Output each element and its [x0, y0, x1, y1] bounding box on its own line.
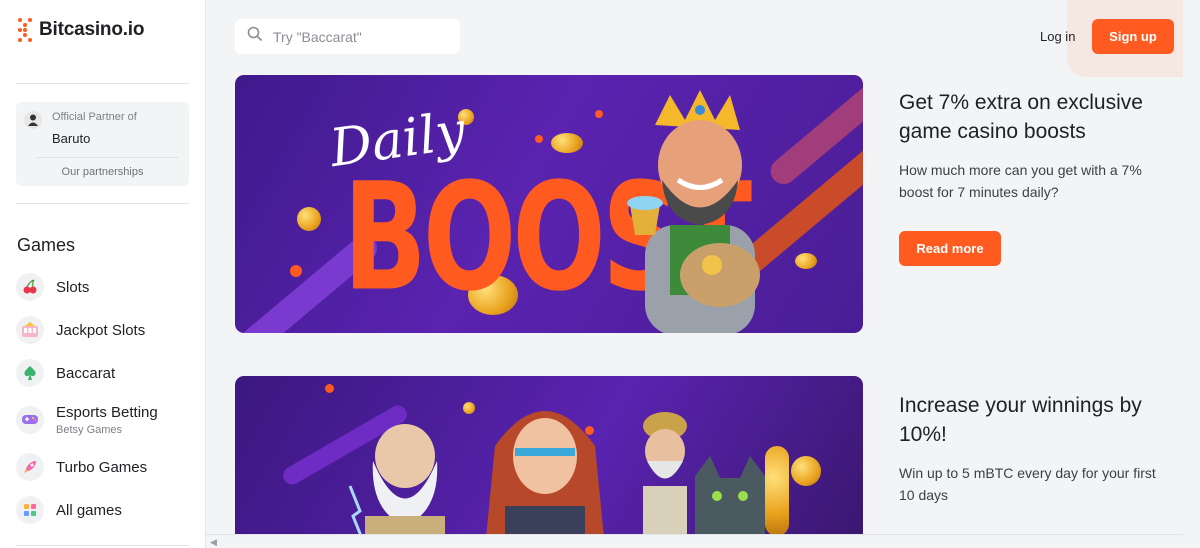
- partner-avatar: [24, 111, 42, 129]
- nav-label: Baccarat: [56, 364, 116, 382]
- partnerships-link[interactable]: Our partnerships: [16, 166, 189, 178]
- horizontal-scrollbar[interactable]: ◀: [206, 534, 1183, 548]
- spade-icon: [16, 359, 44, 387]
- coin-icon: [297, 207, 321, 231]
- promo-title: Increase your winnings by 10%!: [899, 394, 1142, 446]
- daily-boost-banner[interactable]: Daily BOOST: [235, 75, 863, 333]
- nav-label: Esports Betting: [56, 404, 158, 421]
- grid-icon: [16, 496, 44, 524]
- nav-label: Slots: [56, 278, 90, 296]
- nav-label: All games: [56, 501, 122, 519]
- nav-item-turbo-games[interactable]: Turbo Games: [16, 453, 147, 481]
- nav-label: Jackpot Slots: [56, 321, 146, 339]
- signup-button[interactable]: Sign up: [1092, 19, 1174, 54]
- nav-item-esports-betting[interactable]: Esports Betting Betsy Games: [16, 404, 158, 436]
- banner-dot: [535, 135, 543, 143]
- nav-item-slots[interactable]: Slots: [16, 273, 89, 301]
- king-character-illustration: [627, 90, 760, 333]
- partner-caption: Official Partner of: [52, 111, 137, 123]
- vertical-scrollbar[interactable]: [1183, 0, 1200, 534]
- nav-item-baccarat[interactable]: Baccarat: [16, 359, 115, 387]
- banner-dot: [290, 265, 302, 277]
- games-heading: Games: [17, 235, 76, 255]
- divider: [36, 157, 178, 158]
- promo-description: How much more can you get with a 7% boos…: [899, 162, 1142, 200]
- read-more-button[interactable]: Read more: [899, 231, 1001, 266]
- sidebar: Bitcasino.io Official Partner of Baruto …: [0, 0, 206, 548]
- divider: [16, 83, 189, 84]
- nav-label: Turbo Games: [56, 458, 148, 476]
- banner-dot: [325, 384, 334, 393]
- partner-card: Official Partner of Baruto Our partnersh…: [16, 102, 189, 186]
- login-link[interactable]: Log in: [1040, 29, 1075, 44]
- logo-icon: [18, 18, 32, 42]
- promo-title: Get 7% extra on exclusive game casino bo…: [899, 91, 1143, 143]
- search-icon: [247, 26, 263, 47]
- promo-description: Win up to 5 mBTC every day for your firs…: [899, 465, 1156, 503]
- zeus-character-illustration: [348, 424, 445, 548]
- jackpot-icon: [16, 316, 44, 344]
- search-input[interactable]: [273, 28, 443, 45]
- brand-name: Bitcasino.io: [39, 19, 145, 40]
- nav-item-all-games[interactable]: All games: [16, 496, 122, 524]
- cherry-icon: [16, 273, 44, 301]
- brand-logo[interactable]: Bitcasino.io: [18, 18, 144, 42]
- nav-sublabel: Betsy Games: [56, 424, 123, 436]
- winnings-banner[interactable]: [235, 376, 863, 548]
- nav-item-jackpot-slots[interactable]: Jackpot Slots: [16, 316, 145, 344]
- warrior-woman-illustration: [485, 411, 605, 548]
- gamepad-icon: [16, 406, 44, 434]
- partner-name: Baruto: [52, 131, 91, 146]
- scroll-left-icon[interactable]: ◀: [210, 537, 217, 548]
- coin-icon: [791, 456, 821, 486]
- rocket-icon: [16, 453, 44, 481]
- divider: [16, 545, 189, 546]
- divider: [16, 203, 189, 204]
- search-bar[interactable]: [235, 19, 460, 54]
